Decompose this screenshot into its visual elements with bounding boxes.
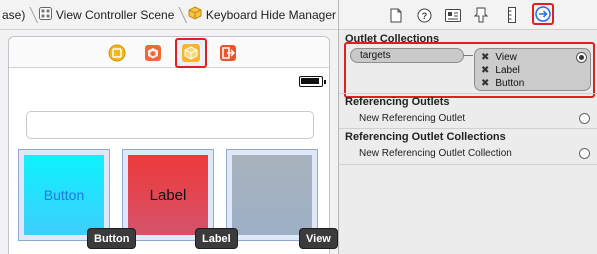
battery-icon (299, 76, 326, 87)
text-field[interactable] (26, 111, 314, 139)
remove-icon[interactable]: ✖ (481, 52, 489, 63)
connections-icon[interactable] (534, 5, 552, 23)
breadcrumb-label: Keyboard Hide Manager (205, 7, 336, 22)
first-responder-icon[interactable] (143, 43, 163, 63)
object-icon[interactable] (181, 43, 201, 63)
divider (339, 128, 597, 129)
label-text: Label (128, 155, 208, 235)
xcode-window: ase) View Controller Scene Keyboard Hide… (0, 0, 597, 254)
target-label: Label (495, 65, 520, 76)
target-item-label[interactable]: ✖ Label (481, 65, 520, 76)
target-label: View (495, 52, 517, 63)
storyboard-canvas[interactable]: Button Label Button Label View (0, 31, 338, 254)
view-controller-scene[interactable]: Button Label (8, 36, 330, 254)
view-badge: View (299, 228, 338, 249)
remove-icon[interactable]: ✖ (481, 78, 489, 89)
breadcrumb-item-base[interactable]: ase) (0, 0, 27, 29)
target-item-view[interactable]: ✖ View (481, 52, 517, 63)
exit-icon[interactable] (218, 43, 238, 63)
identity-icon[interactable] (444, 6, 462, 24)
label-badge: Label (195, 228, 238, 249)
plain-view-fill (232, 155, 312, 235)
help-icon[interactable]: ? (415, 6, 433, 24)
breadcrumb-separator (29, 0, 35, 29)
scene-dock (9, 37, 329, 68)
connection-line (463, 55, 473, 56)
view-controller-icon[interactable] (107, 43, 127, 63)
editor-area: ase) View Controller Scene Keyboard Hide… (0, 0, 338, 254)
remove-icon[interactable]: ✖ (481, 65, 489, 76)
divider (339, 93, 597, 94)
connections-inspector: ? Outlet Collections targets ✖ View ✖ La… (338, 0, 597, 254)
breadcrumb-separator (178, 0, 184, 29)
scene-icon (38, 6, 52, 23)
inspector-tab-bar: ? (339, 0, 597, 30)
size-icon[interactable] (503, 6, 521, 24)
svg-text:?: ? (421, 11, 427, 21)
target-item-button[interactable]: ✖ Button (481, 78, 524, 89)
connection-circle-filled-icon[interactable] (576, 52, 587, 63)
referencing-outlets-header: Referencing Outlets (345, 96, 450, 108)
new-referencing-outlet-collection-row: New Referencing Outlet Collection (359, 148, 512, 159)
targets-outlet[interactable]: targets (350, 48, 464, 63)
breadcrumb-item-object[interactable]: Keyboard Hide Manager (186, 0, 338, 29)
breadcrumb-label: View Controller Scene (55, 7, 175, 22)
object-cube-icon (188, 6, 202, 23)
divider (339, 164, 597, 165)
new-referencing-outlet-row: New Referencing Outlet (359, 113, 466, 124)
button-label: Button (24, 155, 104, 235)
targets-list: ✖ View ✖ Label ✖ Button (474, 48, 591, 91)
connection-circle-icon[interactable] (579, 113, 590, 124)
file-icon[interactable] (387, 6, 405, 24)
connection-circle-icon[interactable] (579, 148, 590, 159)
button-badge: Button (87, 228, 137, 249)
referencing-outlet-collections-header: Referencing Outlet Collections (345, 131, 506, 143)
target-label: Button (495, 78, 525, 89)
jump-bar: ase) View Controller Scene Keyboard Hide… (0, 0, 338, 30)
breadcrumb-item-scene[interactable]: View Controller Scene (37, 0, 177, 29)
attributes-icon[interactable] (472, 6, 490, 24)
